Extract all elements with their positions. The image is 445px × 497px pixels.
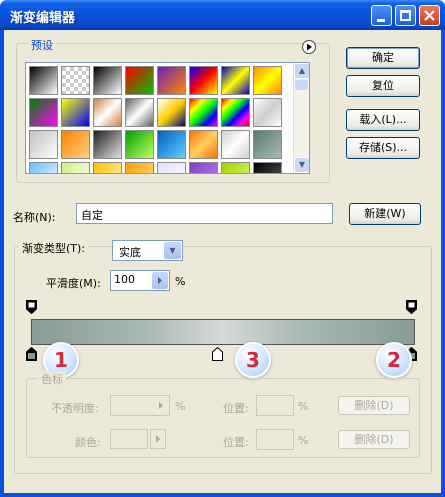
ok-button[interactable]: 确定 xyxy=(346,47,420,69)
preset-swatch[interactable] xyxy=(29,98,58,127)
scroll-thumb[interactable] xyxy=(295,80,308,90)
preset-swatch[interactable] xyxy=(61,98,90,127)
new-button[interactable]: 新建(W) xyxy=(349,203,421,225)
color-swatch[interactable] xyxy=(110,429,148,449)
preset-swatch[interactable] xyxy=(253,98,282,127)
preset-swatch[interactable] xyxy=(157,98,186,127)
color-menu-button[interactable] xyxy=(150,429,166,449)
right-arrow-icon xyxy=(158,277,162,284)
gradient-type-select[interactable]: 实底 ▼ xyxy=(112,240,183,261)
name-input[interactable]: 自定 xyxy=(76,203,333,224)
preset-swatch[interactable] xyxy=(125,66,154,95)
maximize-icon xyxy=(400,10,411,21)
opacity-unit: % xyxy=(175,400,186,413)
preset-swatch[interactable] xyxy=(253,66,282,95)
gradient-type-value: 实底 xyxy=(119,246,141,259)
preset-swatch[interactable] xyxy=(253,162,282,173)
window-title: 渐变编辑器 xyxy=(10,11,76,26)
close-icon xyxy=(424,10,435,21)
opacity-input[interactable] xyxy=(110,395,170,416)
preset-swatch[interactable] xyxy=(29,162,58,173)
preset-swatch[interactable] xyxy=(221,98,250,127)
smoothness-slider-button[interactable] xyxy=(152,272,168,289)
preset-swatch[interactable] xyxy=(125,130,154,159)
delete-opacity-stop-button[interactable]: 删除(D) xyxy=(338,396,410,415)
preset-swatch[interactable] xyxy=(29,130,58,159)
preset-swatch[interactable] xyxy=(221,66,250,95)
opacity-label: 不透明度: xyxy=(51,402,99,415)
location-input-opacity[interactable] xyxy=(256,395,294,416)
preset-swatch[interactable] xyxy=(93,130,122,159)
close-button[interactable] xyxy=(419,5,440,26)
location-unit-color: % xyxy=(298,434,309,447)
play-arrow-icon xyxy=(307,43,312,51)
preset-swatch[interactable] xyxy=(125,98,154,127)
minimize-button[interactable] xyxy=(371,5,392,26)
color-stop-left[interactable] xyxy=(26,347,37,361)
preset-swatch-grid: ▲ ▼ xyxy=(25,62,310,174)
preset-swatch[interactable] xyxy=(157,130,186,159)
annotation-badge-2: 2 xyxy=(376,342,412,378)
opacity-stop-left[interactable] xyxy=(26,300,37,314)
preset-swatch[interactable] xyxy=(93,98,122,127)
reset-button[interactable]: 复位 xyxy=(346,75,420,97)
right-arrow-icon xyxy=(159,402,163,409)
color-stops-label: 色标 xyxy=(38,371,66,387)
location-input-color[interactable] xyxy=(256,429,294,450)
gradient-editor-window: 渐变编辑器 预设 ▲ ▼ 确定 复位 载入(L)... 存储(S)... 名称(… xyxy=(0,0,445,497)
preset-swatch[interactable] xyxy=(189,98,218,127)
preset-swatch[interactable] xyxy=(93,162,122,173)
preset-swatch[interactable] xyxy=(29,66,58,95)
minimize-icon xyxy=(377,19,385,22)
dialog-body: 预设 ▲ ▼ 确定 复位 载入(L)... 存储(S)... 名称(N): 自定… xyxy=(4,30,441,493)
color-stop-middle[interactable] xyxy=(212,347,223,361)
preset-swatch[interactable] xyxy=(93,66,122,95)
location-label-opacity: 位置: xyxy=(223,402,249,415)
location-label-color: 位置: xyxy=(223,436,249,449)
preset-swatch[interactable] xyxy=(189,130,218,159)
title-bar[interactable]: 渐变编辑器 xyxy=(0,0,445,30)
scroll-up-button[interactable]: ▲ xyxy=(294,63,309,79)
maximize-button[interactable] xyxy=(395,5,416,26)
gradient-type-label: 渐变类型(T): xyxy=(19,240,89,256)
location-unit-opacity: % xyxy=(298,400,309,413)
name-label: 名称(N): xyxy=(13,211,56,224)
presets-menu-button[interactable] xyxy=(302,40,316,54)
annotation-badge-3: 3 xyxy=(235,342,271,378)
preset-swatch[interactable] xyxy=(125,162,154,173)
preset-swatch[interactable] xyxy=(221,130,250,159)
preset-swatch[interactable] xyxy=(61,162,90,173)
preset-scrollbar[interactable]: ▲ ▼ xyxy=(293,63,309,173)
delete-color-stop-button[interactable]: 删除(D) xyxy=(338,430,410,449)
smoothness-label: 平滑度(M): xyxy=(46,277,101,290)
smoothness-value: 100 xyxy=(114,273,135,286)
presets-label: 预设 xyxy=(28,37,56,53)
preset-swatch[interactable] xyxy=(189,66,218,95)
preset-swatch[interactable] xyxy=(253,130,282,159)
preset-swatch[interactable] xyxy=(157,66,186,95)
preset-swatch[interactable] xyxy=(61,66,90,95)
smoothness-input[interactable]: 100 xyxy=(110,270,170,291)
gradient-preview-bar[interactable] xyxy=(31,319,415,345)
smoothness-unit: % xyxy=(175,275,186,288)
scroll-down-button[interactable]: ▼ xyxy=(294,157,309,173)
right-arrow-icon xyxy=(156,435,160,443)
preset-swatch[interactable] xyxy=(61,130,90,159)
save-button[interactable]: 存储(S)... xyxy=(346,137,420,159)
opacity-stop-right[interactable] xyxy=(406,300,417,314)
preset-swatch[interactable] xyxy=(189,162,218,173)
chevron-down-icon[interactable]: ▼ xyxy=(164,242,181,259)
color-label: 颜色: xyxy=(75,436,101,449)
preset-swatch[interactable] xyxy=(157,162,186,173)
load-button[interactable]: 载入(L)... xyxy=(346,109,420,131)
preset-swatch[interactable] xyxy=(221,162,250,173)
